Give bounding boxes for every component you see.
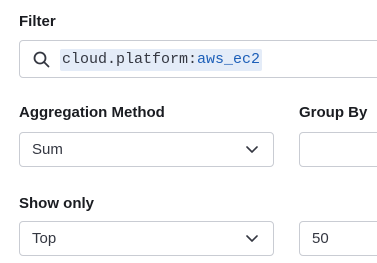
aggregation-method-value: Sum (32, 141, 63, 158)
group-by-select[interactable] (299, 132, 377, 167)
chevron-down-icon (246, 146, 258, 153)
filter-label: Filter (19, 13, 56, 30)
aggregation-method-select[interactable]: Sum (19, 132, 274, 167)
show-only-value: Top (32, 230, 57, 247)
query-field-value: aws_ec2 (197, 51, 261, 68)
limit-number-input[interactable]: 50 (299, 221, 377, 256)
search-icon (33, 51, 50, 68)
show-only-label: Show only (19, 195, 94, 212)
chevron-down-icon (246, 235, 258, 242)
query-field-name: cloud.platform: (62, 51, 198, 68)
filter-query-input[interactable]: cloud.platform:aws_ec2 (19, 40, 377, 78)
show-only-select[interactable]: Top (19, 221, 274, 256)
limit-value: 50 (312, 230, 329, 247)
aggregation-method-label: Aggregation Method (19, 104, 165, 121)
filter-query-text: cloud.platform:aws_ec2 (60, 49, 263, 71)
group-by-label: Group By (299, 104, 368, 121)
